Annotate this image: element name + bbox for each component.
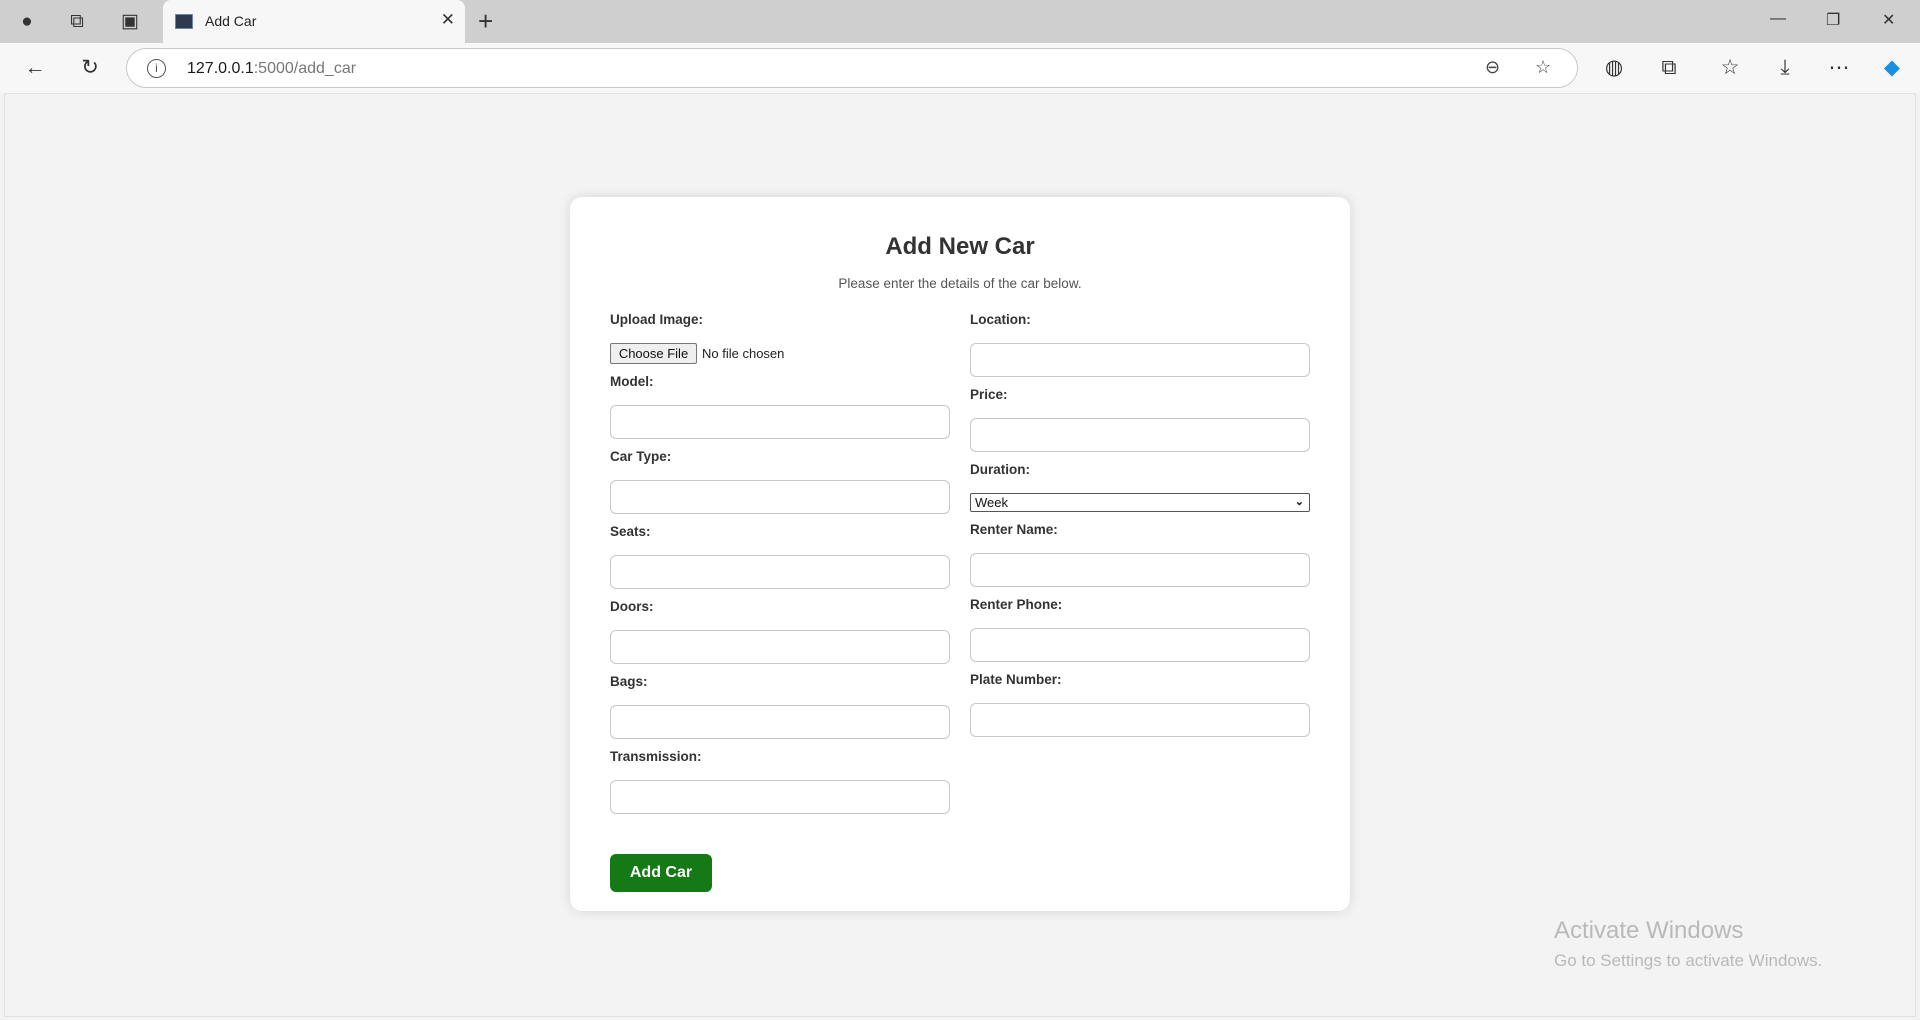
copilot-icon[interactable]: ◆ bbox=[1878, 54, 1906, 82]
extensions-icon[interactable]: ⧉ bbox=[1655, 54, 1683, 82]
upload-image-label: Upload Image: bbox=[610, 312, 704, 327]
transmission-input[interactable] bbox=[610, 780, 950, 814]
close-tab-icon[interactable]: ✕ bbox=[441, 10, 455, 30]
url-path: :5000/add_car bbox=[253, 60, 357, 77]
browser-essentials-icon[interactable]: ◍ bbox=[1600, 54, 1628, 82]
plate-number-label: Plate Number: bbox=[970, 672, 1062, 687]
workspaces-icon[interactable]: ⧉ bbox=[63, 8, 91, 36]
location-label: Location: bbox=[970, 312, 1031, 327]
duration-select[interactable]: Week ⌄ bbox=[970, 493, 1310, 512]
renter-name-label: Renter Name: bbox=[970, 522, 1058, 537]
model-label: Model: bbox=[610, 374, 654, 389]
tab-title: Add Car bbox=[205, 13, 257, 29]
seats-input[interactable] bbox=[610, 555, 950, 589]
navigation-bar: ← ↻ i 127.0.0.1:5000/add_car ⊖ ☆ ◍ ⧉ ☆ ⤓… bbox=[0, 43, 1920, 93]
renter-phone-label: Renter Phone: bbox=[970, 597, 1063, 612]
tab-add-car[interactable]: Add Car ✕ bbox=[163, 0, 465, 43]
seats-label: Seats: bbox=[610, 524, 651, 539]
doors-label: Doors: bbox=[610, 599, 654, 614]
bags-input[interactable] bbox=[610, 705, 950, 739]
car-type-input[interactable] bbox=[610, 480, 950, 514]
address-bar[interactable]: i 127.0.0.1:5000/add_car ⊖ ☆ bbox=[126, 48, 1578, 88]
downloads-icon[interactable]: ⤓ bbox=[1771, 54, 1799, 82]
vertical-tabs-icon[interactable]: ▣ bbox=[116, 8, 144, 36]
model-input[interactable] bbox=[610, 405, 950, 439]
tab-bar: ● ⧉ ▣ Add Car ✕ + — ❐ ✕ bbox=[0, 0, 1920, 43]
bags-label: Bags: bbox=[610, 674, 648, 689]
restore-icon[interactable]: ❐ bbox=[1826, 10, 1840, 30]
duration-value: Week bbox=[975, 495, 1008, 510]
price-label: Price: bbox=[970, 387, 1008, 402]
file-status: No file chosen bbox=[702, 346, 785, 361]
duration-label: Duration: bbox=[970, 462, 1030, 477]
car-type-label: Car Type: bbox=[610, 449, 672, 464]
doors-input[interactable] bbox=[610, 630, 950, 664]
page-subtitle: Please enter the details of the car belo… bbox=[838, 276, 1082, 291]
price-input[interactable] bbox=[970, 418, 1310, 452]
zoom-out-icon[interactable]: ⊖ bbox=[1485, 57, 1500, 78]
chevron-down-icon: ⌄ bbox=[1294, 496, 1304, 508]
add-car-button[interactable]: Add Car bbox=[610, 854, 712, 892]
activate-windows-subtitle: Go to Settings to activate Windows. bbox=[1554, 951, 1823, 970]
terminal-favicon-icon bbox=[175, 14, 193, 29]
favorites-icon[interactable]: ☆ bbox=[1716, 54, 1744, 82]
minimize-icon[interactable]: — bbox=[1770, 10, 1786, 28]
plate-number-input[interactable] bbox=[970, 703, 1310, 737]
profile-icon[interactable]: ● bbox=[13, 8, 41, 36]
site-info-icon[interactable]: i bbox=[147, 59, 166, 78]
location-input[interactable] bbox=[970, 343, 1310, 377]
url-text[interactable]: 127.0.0.1:5000/add_car bbox=[187, 60, 356, 78]
renter-phone-input[interactable] bbox=[970, 628, 1310, 662]
choose-file-button[interactable]: Choose File bbox=[610, 343, 697, 364]
page-title: Add New Car bbox=[885, 233, 1035, 260]
transmission-label: Transmission: bbox=[610, 749, 702, 764]
more-icon[interactable]: ⋯ bbox=[1825, 54, 1853, 82]
window-close-icon[interactable]: ✕ bbox=[1882, 10, 1895, 30]
url-host: 127.0.0.1 bbox=[187, 60, 254, 77]
favorite-star-icon[interactable]: ☆ bbox=[1535, 57, 1551, 78]
back-icon[interactable]: ← bbox=[21, 54, 49, 82]
new-tab-icon[interactable]: + bbox=[478, 6, 493, 37]
activate-windows-title: Activate Windows bbox=[1554, 917, 1744, 944]
renter-name-input[interactable] bbox=[970, 553, 1310, 587]
refresh-icon[interactable]: ↻ bbox=[76, 54, 104, 82]
